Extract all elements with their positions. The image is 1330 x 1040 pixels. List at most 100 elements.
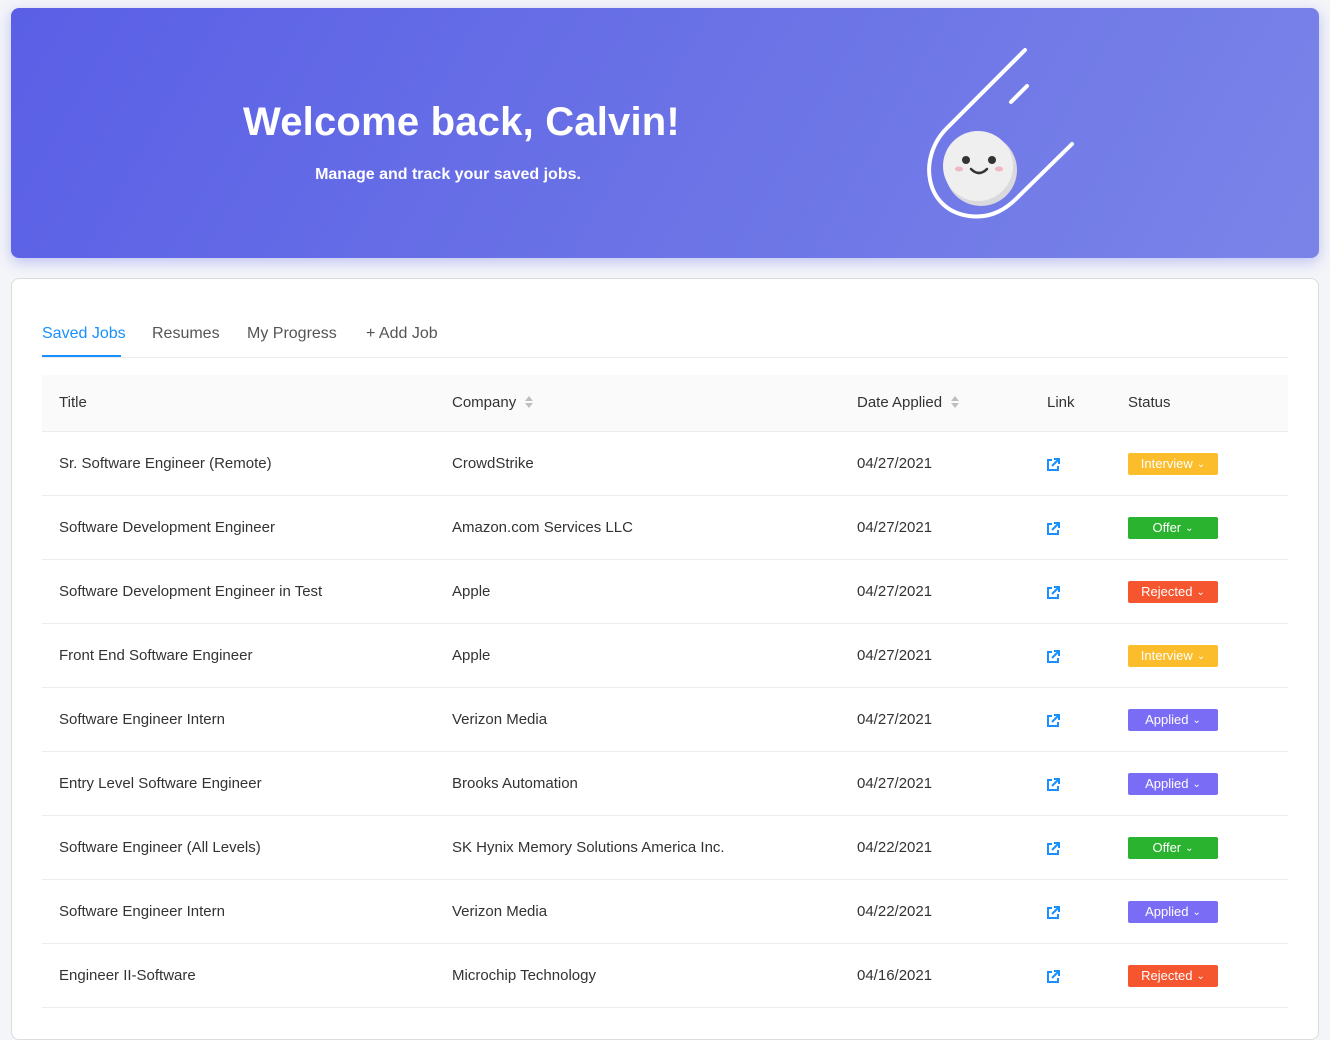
external-link-icon[interactable] (1045, 713, 1061, 729)
column-header-date-label: Date Applied (857, 394, 943, 411)
status-label: Applied (1145, 776, 1189, 791)
table-header: Title Company Date Applied Link Status (42, 375, 1288, 432)
job-title: Software Development Engineer (59, 519, 275, 536)
company-name: Brooks Automation (452, 775, 578, 792)
table-row: Sr. Software Engineer (Remote) CrowdStri… (42, 432, 1288, 496)
tab-saved-jobs[interactable]: Saved Jobs (42, 325, 126, 343)
date-applied: 04/27/2021 (857, 711, 933, 728)
job-title: Software Engineer Intern (59, 711, 225, 728)
status-dropdown[interactable]: Offer ⌄ (1128, 517, 1218, 539)
date-applied: 04/27/2021 (857, 647, 933, 664)
welcome-title: Welcome back, Calvin! (243, 100, 680, 144)
status-badge[interactable]: Offer ⌄ (1128, 837, 1218, 859)
status-label: Applied (1145, 712, 1189, 727)
job-title: Software Development Engineer in Test (59, 583, 323, 600)
column-header-company[interactable]: Company (452, 394, 534, 411)
column-header-link: Link (1047, 394, 1075, 411)
tab-my-progress[interactable]: My Progress (247, 325, 337, 343)
external-link-icon[interactable] (1045, 521, 1061, 537)
table-row: Entry Level Software Engineer Brooks Aut… (42, 752, 1288, 816)
comet-smiley-icon (927, 48, 1074, 219)
company-name: Apple (452, 583, 491, 600)
company-name: Apple (452, 647, 491, 664)
status-dropdown[interactable]: Applied ⌄ (1128, 901, 1218, 923)
job-title: Front End Software Engineer (59, 647, 253, 664)
company-name: Verizon Media (452, 711, 548, 728)
external-link-icon[interactable] (1045, 457, 1061, 473)
chevron-down-icon: ⌄ (1196, 459, 1206, 470)
status-dropdown[interactable]: Rejected ⌄ (1128, 965, 1218, 987)
table-row: Software Engineer Intern Verizon Media 0… (42, 688, 1288, 752)
status-badge[interactable]: Rejected ⌄ (1128, 965, 1218, 987)
table-row: Software Engineer (All Levels) SK Hynix … (42, 816, 1288, 880)
job-title: Software Engineer (All Levels) (59, 839, 261, 856)
column-header-date-applied[interactable]: Date Applied (857, 394, 960, 411)
external-link-icon[interactable] (1045, 649, 1061, 665)
table-row: Software Development Engineer in Test Ap… (42, 560, 1288, 624)
saved-jobs-table: Title Company Date Applied Link Status S… (42, 375, 1288, 1008)
table-row: Software Development Engineer Amazon.com… (42, 496, 1288, 560)
company-name: Microchip Technology (452, 967, 596, 984)
status-dropdown[interactable]: Interview ⌄ (1128, 453, 1218, 475)
sort-icon[interactable] (524, 395, 534, 409)
chevron-down-icon: ⌄ (1185, 523, 1194, 534)
status-badge[interactable]: Rejected ⌄ (1128, 581, 1218, 603)
table-row: Engineer II-Software Microchip Technolog… (42, 944, 1288, 1008)
chevron-down-icon: ⌄ (1196, 587, 1205, 598)
external-link-icon[interactable] (1045, 905, 1061, 921)
chevron-down-icon: ⌄ (1192, 779, 1201, 790)
status-badge[interactable]: Applied ⌄ (1128, 901, 1218, 923)
chevron-down-icon: ⌄ (1196, 651, 1206, 662)
table-row: Front End Software Engineer Apple 04/27/… (42, 624, 1288, 688)
status-badge[interactable]: Interview ⌄ (1128, 453, 1218, 475)
date-applied: 04/22/2021 (857, 903, 933, 920)
tab-resumes[interactable]: Resumes (152, 325, 220, 343)
external-link-icon[interactable] (1045, 969, 1061, 985)
tab-bar: Saved Jobs Resumes My Progress + Add Job (42, 319, 1288, 358)
external-link-icon[interactable] (1045, 841, 1061, 857)
welcome-subtitle: Manage and track your saved jobs. (315, 166, 581, 183)
company-name: CrowdStrike (452, 455, 534, 472)
job-title: Software Engineer Intern (59, 903, 225, 920)
job-title: Engineer II-Software (59, 967, 196, 984)
status-label: Rejected (1141, 968, 1193, 983)
external-link-icon[interactable] (1045, 777, 1061, 793)
date-applied: 04/27/2021 (857, 455, 933, 472)
chevron-down-icon: ⌄ (1196, 971, 1205, 982)
job-title: Sr. Software Engineer (Remote) (59, 455, 272, 472)
date-applied: 04/16/2021 (857, 967, 933, 984)
status-dropdown[interactable]: Offer ⌄ (1128, 837, 1218, 859)
company-name: Amazon.com Services LLC (452, 519, 633, 536)
status-badge[interactable]: Applied ⌄ (1128, 709, 1218, 731)
status-dropdown[interactable]: Applied ⌄ (1128, 709, 1218, 731)
status-label: Interview (1140, 456, 1193, 471)
status-dropdown[interactable]: Interview ⌄ (1128, 645, 1218, 667)
status-label: Rejected (1141, 584, 1193, 599)
table-body: Sr. Software Engineer (Remote) CrowdStri… (42, 432, 1288, 1008)
status-dropdown[interactable]: Applied ⌄ (1128, 773, 1218, 795)
status-dropdown[interactable]: Rejected ⌄ (1128, 581, 1218, 603)
status-label: Offer (1152, 520, 1182, 535)
date-applied: 04/27/2021 (857, 519, 933, 536)
status-badge[interactable]: Offer ⌄ (1128, 517, 1218, 539)
external-link-icon[interactable] (1045, 585, 1061, 601)
status-label: Interview (1140, 648, 1193, 663)
chevron-down-icon: ⌄ (1185, 843, 1194, 854)
column-header-status: Status (1128, 394, 1171, 411)
company-name: SK Hynix Memory Solutions America Inc. (452, 839, 725, 856)
column-header-title: Title (59, 394, 87, 411)
date-applied: 04/27/2021 (857, 775, 933, 792)
chevron-down-icon: ⌄ (1192, 907, 1201, 918)
sort-icon[interactable] (950, 395, 960, 409)
jobs-card: Saved Jobs Resumes My Progress + Add Job… (11, 278, 1319, 1040)
date-applied: 04/27/2021 (857, 583, 933, 600)
status-label: Applied (1145, 904, 1189, 919)
add-job-button[interactable]: + Add Job (366, 325, 438, 343)
table-row: Software Engineer Intern Verizon Media 0… (42, 880, 1288, 944)
status-badge[interactable]: Interview ⌄ (1128, 645, 1218, 667)
welcome-banner: Welcome back, Calvin! Manage and track y… (11, 8, 1319, 258)
active-tab-indicator (42, 355, 121, 357)
status-badge[interactable]: Applied ⌄ (1128, 773, 1218, 795)
status-label: Offer (1152, 840, 1182, 855)
job-title: Entry Level Software Engineer (59, 775, 262, 792)
